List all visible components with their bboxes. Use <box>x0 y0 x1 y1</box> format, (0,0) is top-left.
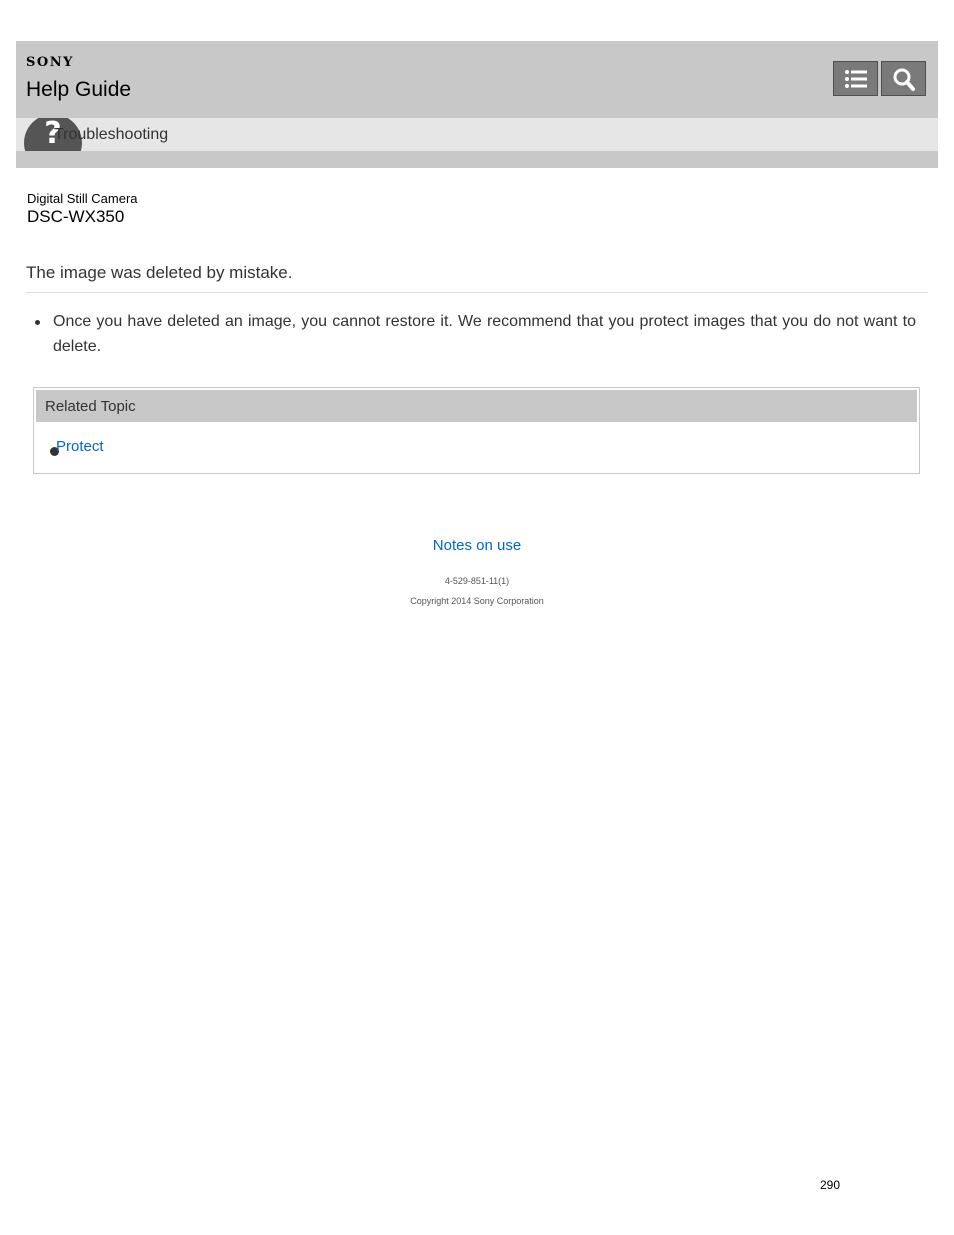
category-label: Troubleshooting <box>54 126 169 143</box>
table-of-contents-button[interactable] <box>833 61 878 96</box>
page-number: 290 <box>820 1178 841 1192</box>
page-title: The image was deleted by mistake. <box>26 263 293 282</box>
search-icon <box>893 68 915 91</box>
related-topic-box: Related Topic Protect <box>33 387 920 474</box>
search-button[interactable] <box>881 61 926 96</box>
list-item: Once you have deleted an image, you cann… <box>26 309 916 359</box>
divider <box>26 292 928 293</box>
document-code: 4-529-851-11(1) <box>444 576 510 586</box>
related-topic-header: Related Topic <box>36 390 917 422</box>
product-type: Digital Still Camera <box>27 191 138 206</box>
product-model: DSC-WX350 <box>27 207 125 226</box>
related-topic-heading: Related Topic <box>45 398 136 415</box>
copyright-text: Copyright 2014 Sony Corporation <box>410 596 544 606</box>
header-bar: SONY Help Guide ? Troubleshooting <box>16 41 938 168</box>
list-icon <box>845 70 867 88</box>
category-bar[interactable]: ? Troubleshooting <box>16 118 938 151</box>
brand-logo: SONY <box>26 55 74 70</box>
notes-on-use-link[interactable]: Notes on use <box>0 537 954 554</box>
help-guide-title: Help Guide <box>26 78 132 101</box>
bullet-list: Once you have deleted an image, you cann… <box>26 309 916 359</box>
related-link-protect[interactable]: Protect <box>56 438 104 455</box>
